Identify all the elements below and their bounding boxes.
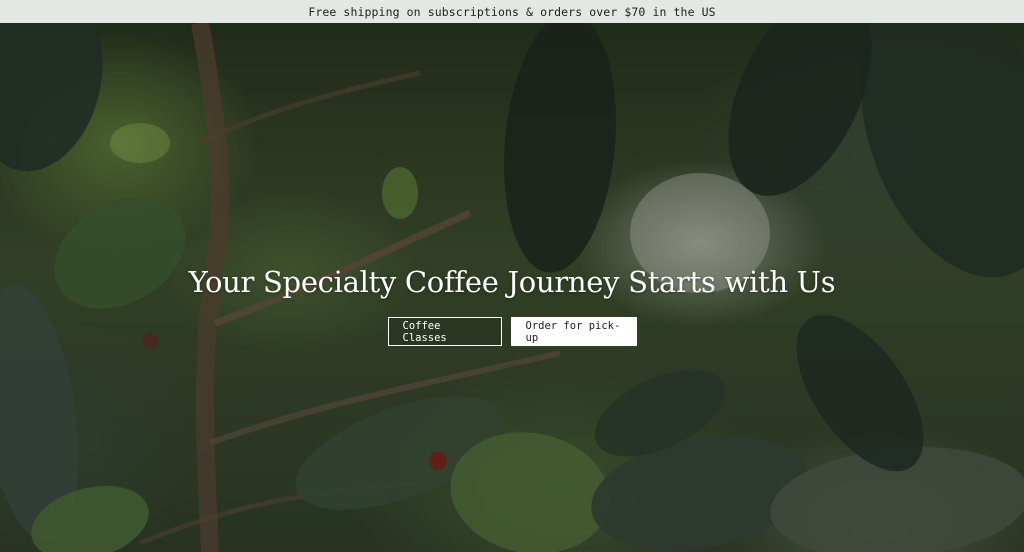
coffee-classes-button[interactable]: Coffee Classes — [387, 317, 502, 346]
announcement-bar: Free shipping on subscriptions & orders … — [0, 0, 1024, 23]
hero-buttons: Coffee Classes Order for pick-up — [387, 317, 637, 346]
hero-content: Your Specialty Coffee Journey Starts wit… — [0, 265, 1024, 346]
hero-section: Your Specialty Coffee Journey Starts wit… — [0, 23, 1024, 552]
announcement-text: Free shipping on subscriptions & orders … — [308, 4, 716, 19]
order-pickup-button[interactable]: Order for pick-up — [510, 317, 637, 346]
hero-title: Your Specialty Coffee Journey Starts wit… — [188, 265, 836, 299]
